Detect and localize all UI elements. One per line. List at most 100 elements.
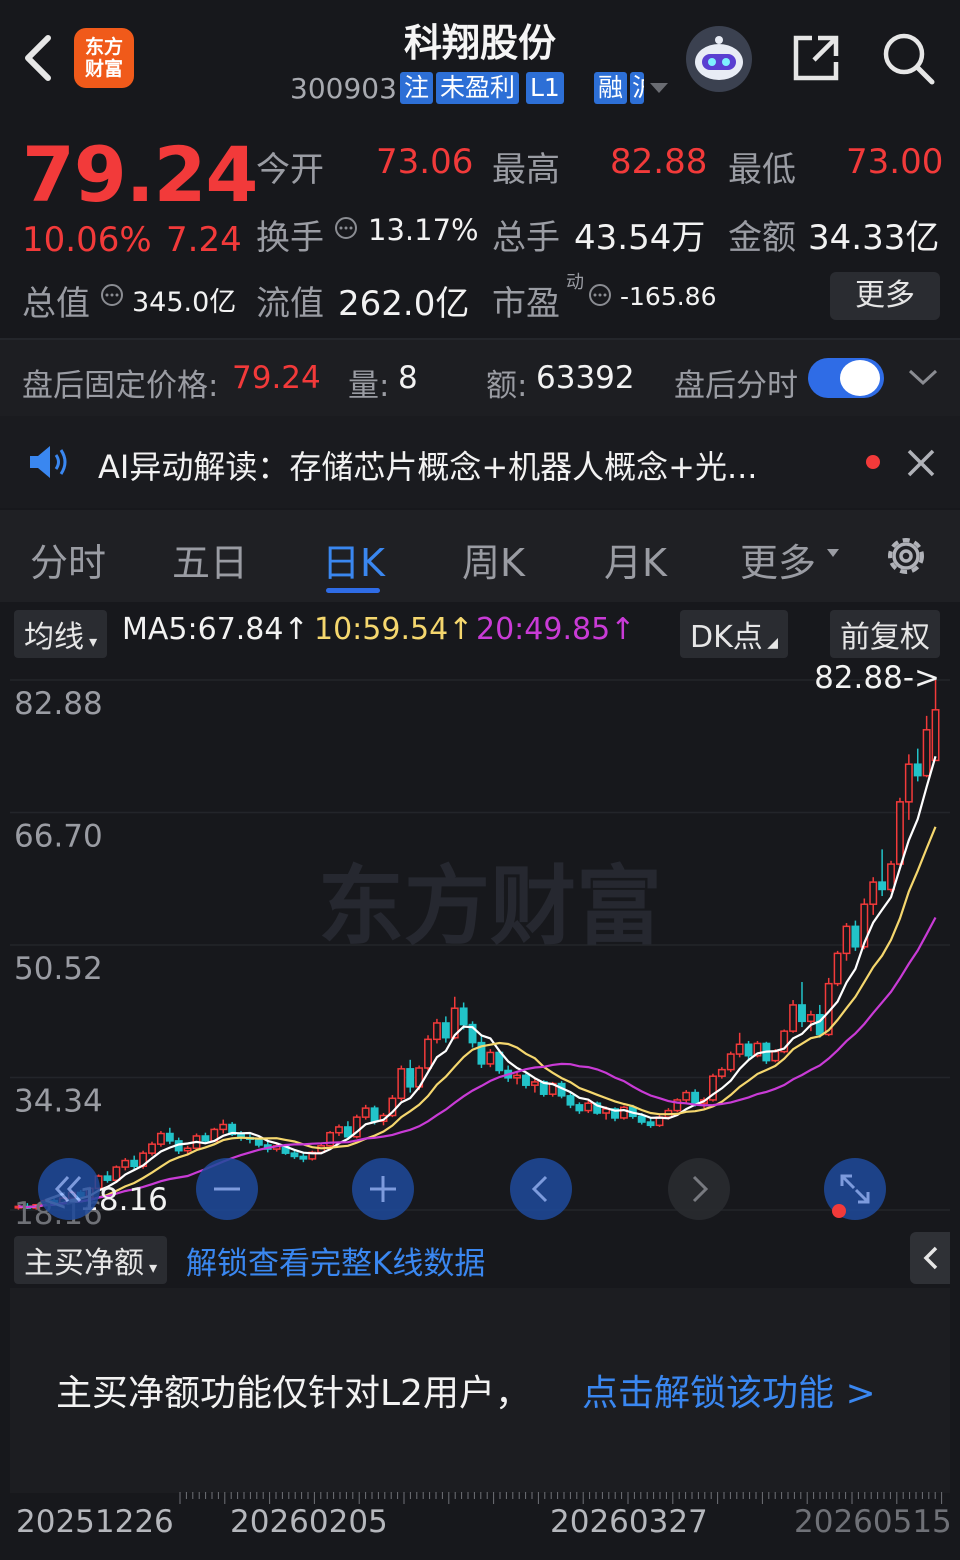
- ma20-line: [18, 916, 937, 1209]
- float-cap-value: 262.0亿: [338, 284, 470, 324]
- candle-body: [646, 1121, 655, 1127]
- amount-label: 金额: [728, 218, 796, 258]
- candle-body: [789, 1004, 798, 1032]
- chevron-right-icon: [692, 1175, 709, 1203]
- change-percent: 10.06%: [22, 220, 152, 260]
- after-hours-price: 79.24: [232, 360, 321, 396]
- zoom-out-button[interactable]: [196, 1158, 258, 1220]
- high-value: 82.88: [610, 142, 708, 182]
- volume-value: 43.54万: [574, 218, 706, 258]
- double-chevron-left-icon: [54, 1175, 82, 1203]
- app-logo[interactable]: 东方 财富: [74, 28, 134, 88]
- float-cap-label: 流值: [256, 284, 324, 324]
- chevron-down-icon[interactable]: [648, 80, 670, 96]
- ma20-text: 20:49.85: [476, 612, 611, 647]
- toggle-knob: [840, 360, 880, 396]
- logo-text-1: 东方: [84, 36, 123, 58]
- candle-body: [878, 881, 887, 891]
- back-arrow-icon[interactable]: [14, 28, 64, 88]
- candle-body: [165, 1132, 174, 1142]
- candle-body: [183, 1147, 192, 1152]
- collapse-panel-button[interactable]: [910, 1232, 950, 1284]
- candle-body: [869, 881, 878, 905]
- candle-body: [370, 1107, 379, 1122]
- low-value: 73.00: [846, 142, 944, 182]
- tab-five-day[interactable]: 五日: [172, 532, 248, 587]
- candle-body: [522, 1074, 530, 1086]
- settings-gear-icon[interactable]: [880, 530, 932, 582]
- pe-label: 市盈: [492, 284, 560, 324]
- stock-code: 300903: [290, 72, 397, 105]
- candle-body: [887, 863, 895, 891]
- sub-indicator-selector[interactable]: 主买净额 ▾: [14, 1236, 168, 1284]
- x-label-1: 20251226: [16, 1504, 174, 1540]
- ma10-value: 10:59.54↑: [314, 612, 474, 647]
- after-hours-amt: 63392: [536, 360, 635, 396]
- after-hours-vol-label: 量:: [348, 368, 390, 404]
- candle-body: [922, 729, 931, 777]
- dk-point-button[interactable]: DK点 ◢: [680, 610, 788, 658]
- candle-body: [744, 1043, 753, 1057]
- candle-body: [575, 1104, 584, 1112]
- zoom-in-button[interactable]: [352, 1158, 414, 1220]
- tag-unprofitable[interactable]: 未盈利: [436, 72, 520, 104]
- low-label: 最低: [728, 150, 796, 190]
- move-right-button[interactable]: [668, 1158, 730, 1220]
- watermark: 东方财富: [318, 857, 662, 957]
- open-value: 73.06: [376, 142, 474, 182]
- candle-body: [290, 1152, 299, 1158]
- ai-insight-text[interactable]: AI异动解读：存储芯片概念+机器人概念+光...: [98, 442, 757, 488]
- after-hours-intraday-label: 盘后分时: [674, 368, 798, 404]
- candle-body: [798, 1004, 806, 1023]
- candle-body: [156, 1132, 165, 1145]
- tag-margin[interactable]: 融: [594, 72, 628, 104]
- pe-value: -165.86: [620, 282, 717, 311]
- move-left-button[interactable]: [510, 1158, 572, 1220]
- candle-body: [335, 1126, 343, 1134]
- after-hours-vol: 8: [398, 360, 418, 396]
- candle-body: [619, 1106, 628, 1119]
- tab-daily-k[interactable]: 日K: [322, 532, 385, 587]
- candle-body: [566, 1095, 575, 1106]
- turnover-label: 换手: [256, 218, 324, 258]
- volume-label: 总手: [492, 218, 560, 258]
- candlestick-chart[interactable]: 东方财富 82.8866.7050.5234.3418.16 82.88-> <…: [10, 658, 950, 1228]
- info-icon[interactable]: [334, 216, 358, 240]
- unlock-feature-link[interactable]: 点击解锁该功能 >: [582, 1364, 876, 1416]
- x-label-2: 20260205: [230, 1504, 388, 1540]
- adjust-selector[interactable]: 前复权: [830, 610, 940, 658]
- candle-body: [432, 1022, 441, 1041]
- tag-registered[interactable]: 注: [400, 72, 434, 104]
- plus-icon: [370, 1176, 396, 1202]
- candle-body: [682, 1091, 691, 1101]
- candle-body: [513, 1074, 522, 1079]
- candle-body: [904, 763, 913, 803]
- jump-start-button[interactable]: [38, 1158, 100, 1220]
- unlock-kline-link[interactable]: 解锁查看完整K线数据: [186, 1238, 485, 1283]
- info-icon[interactable]: [100, 283, 124, 307]
- more-quote-button[interactable]: 更多: [830, 272, 940, 320]
- candle-body: [530, 1081, 539, 1086]
- minus-icon: [214, 1187, 240, 1191]
- close-icon[interactable]: [906, 448, 936, 478]
- chevron-down-icon[interactable]: [906, 366, 940, 388]
- search-icon[interactable]: [880, 30, 936, 86]
- ma-lines-group: [18, 755, 937, 1209]
- ai-robot-icon[interactable]: [686, 26, 752, 92]
- ma5-text: MA5:67.84: [122, 612, 284, 647]
- dk-label: DK点: [690, 620, 763, 655]
- active-tab-indicator: [326, 588, 380, 593]
- open-label: 今开: [256, 150, 324, 190]
- candle-body: [299, 1155, 308, 1160]
- tag-l1[interactable]: L1: [526, 72, 564, 104]
- max-price-marker: 82.88->: [814, 660, 940, 696]
- tab-intraday[interactable]: 分时: [30, 532, 106, 587]
- tag-hk-connect[interactable]: 沪: [630, 72, 644, 104]
- ma-selector[interactable]: 均线 ▾: [14, 610, 108, 658]
- tab-more[interactable]: 更多: [740, 532, 816, 587]
- pe-dynamic-sup: 动: [566, 272, 584, 293]
- info-icon[interactable]: [588, 283, 612, 307]
- share-icon[interactable]: [788, 30, 844, 86]
- tab-monthly-k[interactable]: 月K: [604, 532, 667, 587]
- tab-weekly-k[interactable]: 周K: [462, 532, 525, 587]
